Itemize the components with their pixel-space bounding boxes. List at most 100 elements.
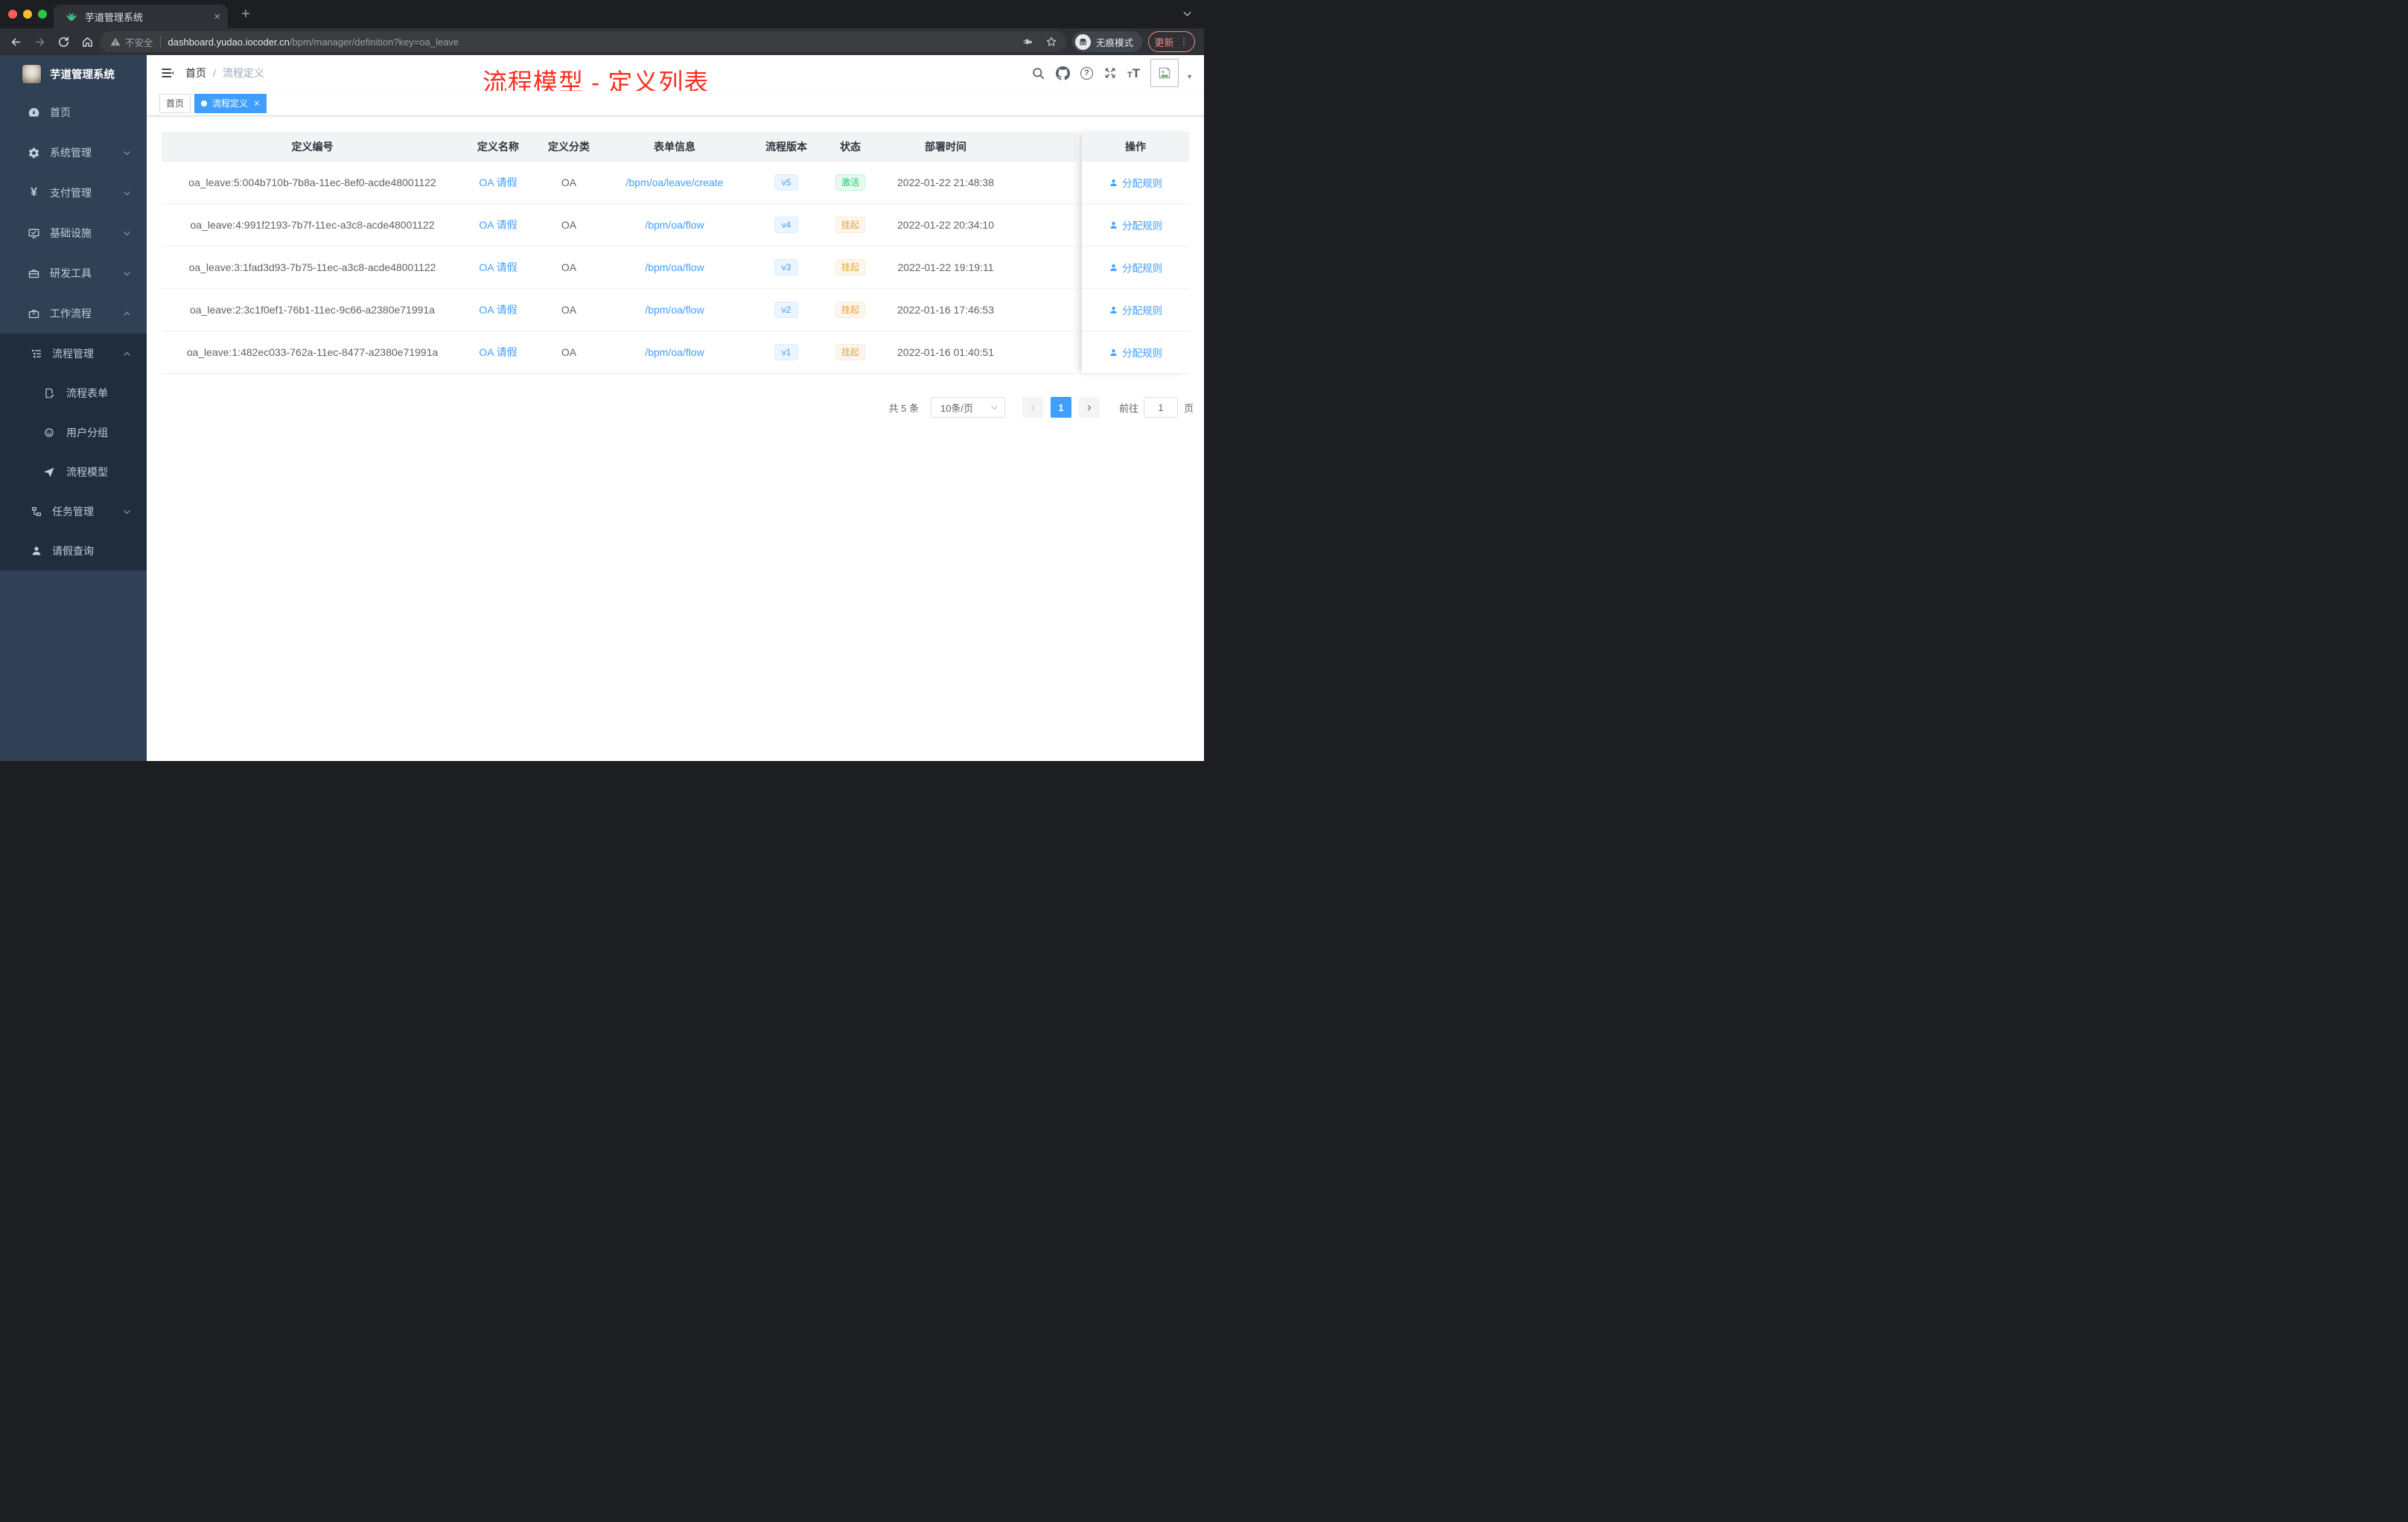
next-page-button[interactable]: › bbox=[1078, 397, 1100, 418]
toolbox-icon bbox=[28, 267, 40, 280]
form-link[interactable]: /bpm/oa/leave/create bbox=[626, 176, 724, 188]
page-size-select[interactable]: 10条/页 bbox=[930, 397, 1005, 418]
new-tab-button[interactable]: + bbox=[237, 5, 255, 23]
avatar[interactable] bbox=[1150, 59, 1179, 87]
assign-rule-button[interactable]: 分配规则 bbox=[1109, 260, 1162, 275]
version-badge: v5 bbox=[774, 173, 799, 191]
site-favicon-icon bbox=[65, 10, 77, 23]
form-link[interactable]: /bpm/oa/flow bbox=[645, 346, 704, 358]
window-close-button[interactable] bbox=[8, 10, 17, 19]
table-action-cell: 分配规则 bbox=[1082, 204, 1189, 246]
definition-name-link[interactable]: OA 请假 bbox=[479, 260, 517, 275]
back-button[interactable] bbox=[6, 32, 26, 52]
navbar-actions: ? TT ▼ bbox=[1031, 55, 1193, 91]
cell-deploy-time: 2022-01-16 01:40:51 bbox=[897, 346, 994, 358]
column-header: 定义分类 bbox=[548, 140, 590, 153]
form-link[interactable]: /bpm/oa/flow bbox=[645, 219, 704, 231]
tab-search-chevron-icon[interactable] bbox=[1182, 9, 1192, 19]
sidebar-toggle-icon[interactable] bbox=[160, 66, 175, 80]
cell-definition-id: oa_leave:3:1fad3d93-7b75-11ec-a3c8-acde4… bbox=[188, 261, 436, 273]
assign-rule-button[interactable]: 分配规则 bbox=[1109, 175, 1162, 190]
sidebar-item-label: 流程模型 bbox=[66, 465, 108, 478]
home-button[interactable] bbox=[77, 32, 98, 52]
tag-close-icon[interactable]: × bbox=[254, 98, 260, 108]
column-header: 定义编号 bbox=[291, 140, 334, 153]
window-minimize-button[interactable] bbox=[23, 10, 32, 19]
status-badge: 挂起 bbox=[835, 301, 865, 319]
table-row: oa_leave:1:482ec033-762a-11ec-8477-a2380… bbox=[162, 331, 1077, 374]
bookmark-star-icon[interactable] bbox=[1045, 36, 1057, 48]
user-icon bbox=[1110, 179, 1117, 186]
sidebar-item-task-management[interactable]: 任务管理 bbox=[0, 491, 147, 531]
sidebar-item-process-form[interactable]: 流程表单 bbox=[0, 373, 147, 413]
tag-process-definition[interactable]: 流程定义 × bbox=[194, 93, 267, 113]
user-icon bbox=[1110, 264, 1117, 271]
incognito-label: 无痕模式 bbox=[1096, 37, 1134, 48]
sidebar-item-label: 研发工具 bbox=[50, 267, 92, 279]
font-size-icon[interactable]: TT bbox=[1127, 67, 1140, 80]
form-link[interactable]: /bpm/oa/flow bbox=[645, 304, 704, 316]
reload-button[interactable] bbox=[54, 32, 74, 52]
sidebar-item-user-group[interactable]: 用户分组 bbox=[0, 413, 147, 452]
version-badge: v3 bbox=[774, 258, 799, 276]
help-question-mark: ? bbox=[1084, 69, 1089, 77]
form-edit-icon bbox=[42, 386, 55, 399]
tree-table-icon bbox=[30, 347, 42, 360]
table-row: oa_leave:5:004b710b-7b8a-11ec-8ef0-acde4… bbox=[162, 162, 1077, 204]
workflow-submenu: 流程管理 流程表单 用户分组 流程模型 任务管理 请假查询 bbox=[0, 334, 147, 570]
page-size-value: 10条/页 bbox=[940, 402, 974, 414]
browser-tab[interactable]: 芋道管理系统 × bbox=[54, 4, 228, 28]
tab-close-icon[interactable]: × bbox=[214, 11, 220, 22]
avatar-caret-icon[interactable]: ▼ bbox=[1186, 73, 1193, 80]
security-warning-icon[interactable] bbox=[110, 36, 121, 47]
chevron-up-icon bbox=[123, 310, 131, 318]
cell-category: OA bbox=[561, 176, 577, 188]
browser-update-menu-button[interactable]: 更新 ⋮ bbox=[1148, 31, 1195, 52]
sidebar-item-dev-tools[interactable]: 研发工具 bbox=[0, 253, 147, 293]
help-icon[interactable]: ? bbox=[1080, 66, 1093, 80]
page-number-current[interactable]: 1 bbox=[1050, 397, 1071, 418]
security-warning-label[interactable]: 不安全 bbox=[125, 35, 153, 49]
sidebar-item-home[interactable]: 首页 bbox=[0, 92, 147, 133]
github-icon[interactable] bbox=[1055, 66, 1070, 80]
main-content: 首页 / 流程定义 流程模型 - 定义列表 ? TT ▼ 首页 流程定义 × 定… bbox=[147, 55, 1204, 761]
version-badge: v4 bbox=[774, 216, 799, 234]
prev-page-button[interactable]: ‹ bbox=[1022, 397, 1043, 418]
chevron-down-icon bbox=[123, 508, 131, 516]
tag-home[interactable]: 首页 bbox=[159, 93, 191, 113]
sidebar-item-process-model[interactable]: 流程模型 bbox=[0, 452, 147, 491]
sidebar-item-workflow[interactable]: 工作流程 bbox=[0, 293, 147, 334]
cell-category: OA bbox=[561, 261, 577, 273]
sidebar-item-leave-query[interactable]: 请假查询 bbox=[0, 531, 147, 570]
breadcrumb-home[interactable]: 首页 bbox=[185, 66, 206, 80]
sidebar-item-payment[interactable]: ¥ 支付管理 bbox=[0, 173, 147, 213]
window-zoom-button[interactable] bbox=[38, 10, 47, 19]
form-link[interactable]: /bpm/oa/flow bbox=[645, 261, 704, 273]
user-icon bbox=[30, 544, 42, 557]
address-bar[interactable]: 不安全 dashboard.yudao.iocoder.cn/bpm/manag… bbox=[100, 31, 1066, 52]
definition-name-link[interactable]: OA 请假 bbox=[479, 302, 517, 317]
breadcrumb: 首页 / 流程定义 bbox=[185, 55, 264, 91]
status-badge: 挂起 bbox=[835, 258, 865, 276]
sidebar: 芋道管理系统 首页 系统管理 ¥ 支付管理 基础设施 研发工具 工作流程 流程管… bbox=[0, 55, 147, 761]
column-header: 状态 bbox=[840, 140, 861, 153]
definition-name-link[interactable]: OA 请假 bbox=[479, 217, 517, 232]
sidebar-item-infrastructure[interactable]: 基础设施 bbox=[0, 213, 147, 253]
definition-name-link[interactable]: OA 请假 bbox=[479, 345, 517, 360]
sidebar-logo[interactable]: 芋道管理系统 bbox=[0, 55, 147, 92]
assign-rule-button[interactable]: 分配规则 bbox=[1109, 302, 1162, 317]
assign-rule-button[interactable]: 分配规则 bbox=[1109, 217, 1162, 232]
user-icon bbox=[1110, 306, 1117, 313]
user-icon bbox=[1110, 221, 1117, 229]
forward-button[interactable] bbox=[30, 32, 50, 52]
search-icon[interactable] bbox=[1031, 66, 1045, 80]
sidebar-item-process-management[interactable]: 流程管理 bbox=[0, 334, 147, 373]
password-key-icon[interactable] bbox=[1022, 36, 1033, 48]
sidebar-item-system[interactable]: 系统管理 bbox=[0, 133, 147, 173]
sidebar-item-label: 首页 bbox=[50, 106, 71, 118]
definition-name-link[interactable]: OA 请假 bbox=[479, 175, 517, 190]
cell-category: OA bbox=[561, 219, 577, 231]
fullscreen-icon[interactable] bbox=[1103, 66, 1117, 80]
goto-page-input[interactable] bbox=[1143, 397, 1178, 418]
assign-rule-button[interactable]: 分配规则 bbox=[1109, 345, 1162, 360]
